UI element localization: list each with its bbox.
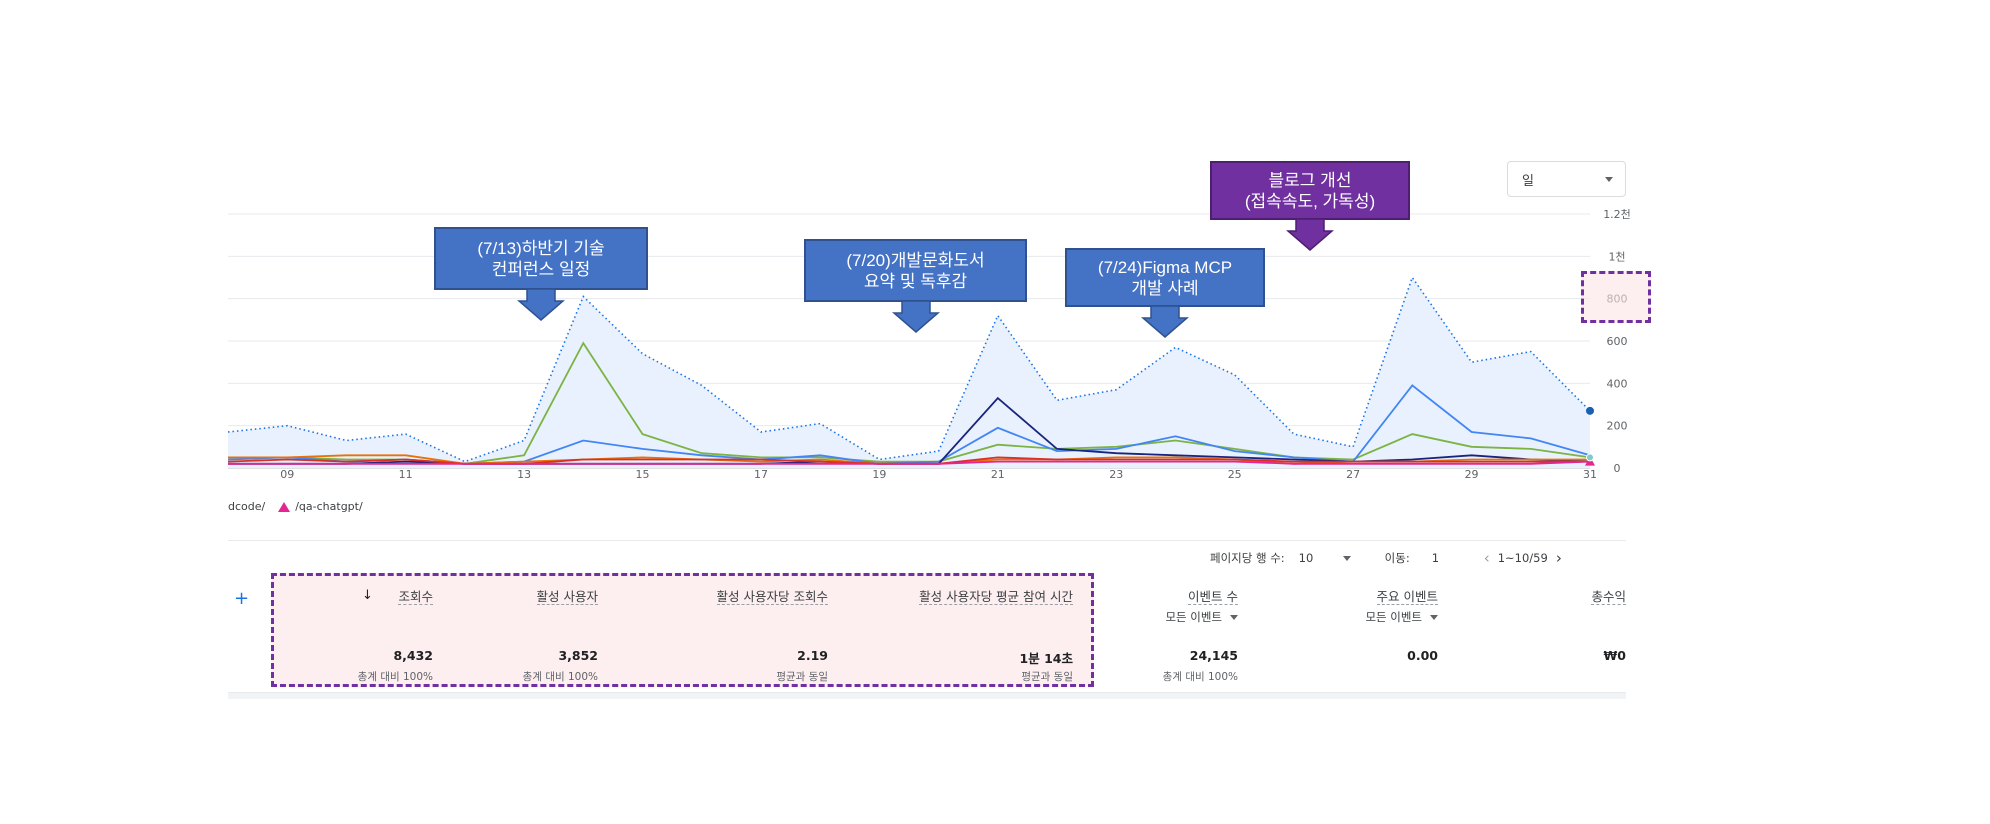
arrow-down-icon xyxy=(891,301,940,333)
y-tick-label: 1천 xyxy=(1608,249,1625,263)
arrow-down-icon xyxy=(517,289,565,321)
section-divider xyxy=(228,540,1626,541)
pagination-bar: 페이지당 행 수: 10 이동: 1 ‹ 1~10/59 › xyxy=(1210,548,1626,568)
event-filter-select[interactable]: 모든 이벤트 xyxy=(1365,609,1438,625)
column-value: 24,145 xyxy=(1189,648,1238,663)
event-filter-label: 모든 이벤트 xyxy=(1365,610,1422,624)
x-tick-label: 09 xyxy=(280,468,294,481)
y-tick-label: 400 xyxy=(1607,377,1628,390)
callout-blog-improvement: 블로그 개선 (접속속도, 가독성) xyxy=(1210,161,1410,251)
metrics-table: + ↓ 조회수 8,432 총계 대비 100% 활성 사용자 3,852 총계… xyxy=(228,574,1626,694)
next-page-icon[interactable]: › xyxy=(1556,549,1562,567)
callout-line: (7/20)개발문화도서 xyxy=(846,250,985,270)
column-note: 평균과 동일 xyxy=(1021,671,1073,683)
x-tick-label: 19 xyxy=(872,468,886,481)
callout-line: (접속속도, 가독성) xyxy=(1244,191,1376,211)
chevron-down-icon[interactable] xyxy=(1342,555,1351,561)
column-value: ₩0 xyxy=(1603,648,1627,663)
column-value: 0.00 xyxy=(1407,648,1438,663)
column-header[interactable]: 주요 이벤트 xyxy=(1376,589,1438,605)
chevron-down-icon xyxy=(1430,614,1438,620)
callout-line: 요약 및 독후감 xyxy=(863,271,968,291)
y-axis-highlight xyxy=(1581,271,1651,323)
callout-line: (7/13)하반기 기술 xyxy=(477,238,605,258)
x-tick-label: 11 xyxy=(399,468,413,481)
chart-legend: dcode/ /qa-chatgpt/ xyxy=(228,500,363,513)
legend-item-qa-chatgpt[interactable]: /qa-chatgpt/ xyxy=(295,500,362,513)
column-header[interactable]: 활성 사용자 xyxy=(536,589,598,605)
column-value: 2.19 xyxy=(797,648,828,663)
event-filter-label: 모든 이벤트 xyxy=(1165,610,1222,624)
y-tick-label: 1.2천 xyxy=(1603,207,1631,221)
x-tick-label: 31 xyxy=(1583,468,1597,481)
column-note: 평균과 동일 xyxy=(776,671,828,683)
table-bottom-bar xyxy=(228,692,1626,699)
callout-line: 개발 사례 xyxy=(1131,278,1199,298)
column-header[interactable]: 조회수 xyxy=(398,589,433,605)
column-header[interactable]: 총수익 xyxy=(1591,589,1626,605)
triangle-marker-icon xyxy=(278,501,291,512)
x-tick-label: 29 xyxy=(1465,468,1479,481)
x-tick-label: 15 xyxy=(636,468,650,481)
legend-item-prev[interactable]: dcode/ xyxy=(228,500,265,513)
column-note: 총계 대비 100% xyxy=(1162,671,1238,683)
goto-label: 이동: xyxy=(1384,551,1410,565)
sort-down-icon[interactable]: ↓ xyxy=(362,588,373,603)
add-column-icon[interactable]: + xyxy=(234,588,249,609)
y-tick-label: 600 xyxy=(1607,335,1628,348)
column-value: 3,852 xyxy=(558,648,598,663)
prev-page-icon[interactable]: ‹ xyxy=(1484,549,1490,567)
callout-dev-culture-book: (7/20)개발문화도서 요약 및 독후감 xyxy=(804,239,1027,333)
callout-line: 컨퍼런스 일정 xyxy=(491,259,591,279)
x-tick-label: 25 xyxy=(1228,468,1242,481)
y-tick-label: 200 xyxy=(1607,420,1628,433)
event-filter-select[interactable]: 모든 이벤트 xyxy=(1165,609,1238,625)
analytics-report-page: 일 02004006008001천1.2천0911131517192123252… xyxy=(0,0,1990,824)
arrow-down-icon xyxy=(1286,219,1334,251)
column-header[interactable]: 활성 사용자당 평균 참여 시간 xyxy=(919,589,1073,605)
chevron-down-icon xyxy=(1230,614,1238,620)
x-tick-label: 13 xyxy=(517,468,531,481)
x-tick-label: 17 xyxy=(754,468,768,481)
rows-per-page-select[interactable]: 10 xyxy=(1299,551,1343,565)
column-value: 1분 14초 xyxy=(1019,651,1073,666)
column-note: 총계 대비 100% xyxy=(357,671,433,683)
callout-line: (7/24)Figma MCP xyxy=(1097,257,1233,277)
rows-per-page-label: 페이지당 행 수: xyxy=(1210,551,1285,565)
page-range: 1~10/59 xyxy=(1497,551,1548,565)
x-tick-label: 21 xyxy=(991,468,1005,481)
arrow-down-icon xyxy=(1141,306,1189,338)
column-header[interactable]: 활성 사용자당 조회수 xyxy=(716,589,828,605)
goto-page-input[interactable]: 1 xyxy=(1432,551,1476,565)
x-tick-label: 27 xyxy=(1346,468,1360,481)
callout-tech-conference: (7/13)하반기 기술 컨퍼런스 일정 xyxy=(434,227,648,321)
x-tick-label: 23 xyxy=(1109,468,1123,481)
callout-line: 블로그 개선 xyxy=(1268,170,1352,190)
y-tick-label: 0 xyxy=(1614,462,1621,475)
column-value: 8,432 xyxy=(393,648,433,663)
column-note: 총계 대비 100% xyxy=(522,671,598,683)
series-end-marker xyxy=(1586,406,1594,415)
series-end-marker xyxy=(1586,453,1594,462)
column-header[interactable]: 이벤트 수 xyxy=(1188,589,1238,605)
callout-figma-mcp: (7/24)Figma MCP 개발 사례 xyxy=(1065,248,1265,338)
